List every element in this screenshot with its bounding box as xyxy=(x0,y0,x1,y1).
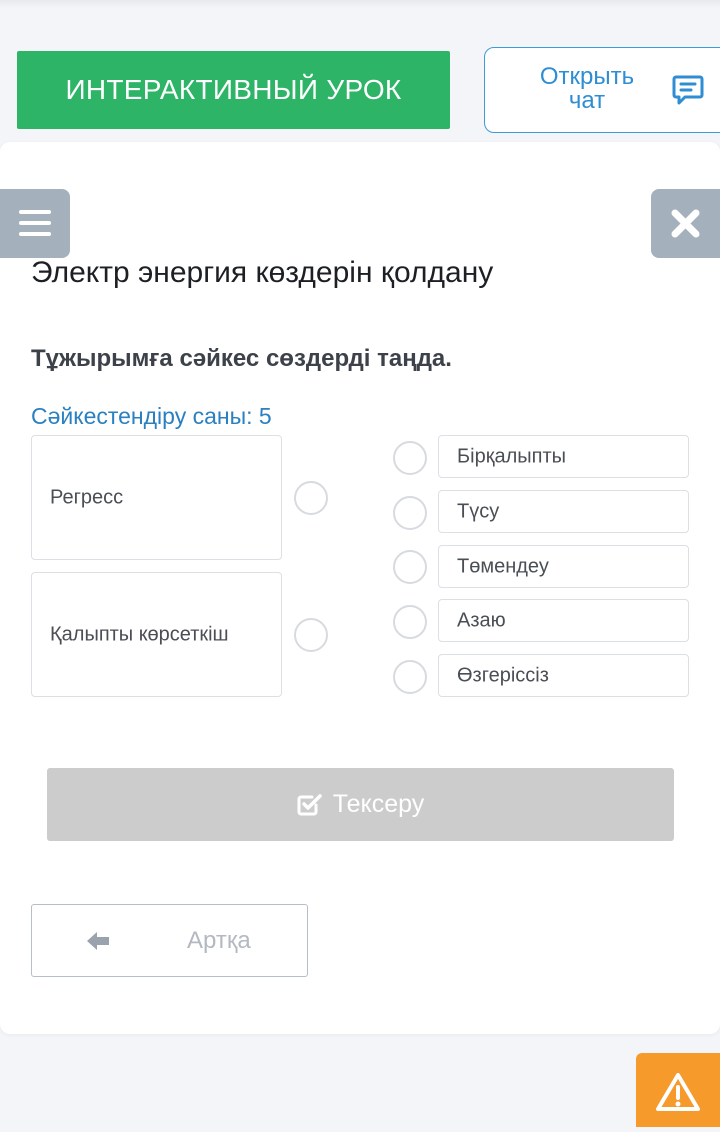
option-connector-radio[interactable] xyxy=(393,550,427,584)
option-item[interactable]: Бірқалыпты xyxy=(438,435,689,478)
option-label: Түсу xyxy=(457,500,500,522)
option-connector-radio[interactable] xyxy=(393,441,427,475)
open-chat-button[interactable]: Открыть чат xyxy=(484,47,720,133)
option-item[interactable]: Түсу xyxy=(438,490,689,533)
check-answer-label: Тексеру xyxy=(332,790,425,818)
check-answer-button[interactable]: Тексеру xyxy=(47,768,674,841)
option-item[interactable]: Төмендеу xyxy=(438,545,689,588)
option-connector-radio[interactable] xyxy=(393,660,427,694)
hamburger-line xyxy=(19,232,51,236)
option-item[interactable]: Азаю xyxy=(438,599,689,642)
hamburger-line xyxy=(19,221,51,225)
menu-button[interactable] xyxy=(0,189,70,258)
term-label: Регресс xyxy=(50,486,124,508)
question-instruction: Тұжырымға сәйкес сөздерді таңда. xyxy=(31,345,452,372)
warning-triangle-icon xyxy=(656,1073,700,1111)
option-label: Өзгеріссіз xyxy=(457,664,549,686)
top-bar xyxy=(0,0,720,8)
term-connector-radio[interactable] xyxy=(294,481,328,515)
term-card[interactable]: Қалыпты көрсеткіш xyxy=(31,572,282,697)
term-card[interactable]: Регресс xyxy=(31,435,282,560)
term-connector-radio[interactable] xyxy=(294,618,328,652)
arrow-left-icon xyxy=(87,932,109,950)
report-problem-button[interactable] xyxy=(636,1053,720,1127)
option-item[interactable]: Өзгеріссіз xyxy=(438,654,689,697)
option-connector-radio[interactable] xyxy=(393,605,427,639)
interactive-lesson-label: ИНТЕРАКТИВНЫЙ УРОК xyxy=(65,74,402,105)
lesson-title: Электр энергия көздерін қолдану xyxy=(31,256,494,289)
open-chat-label: Открыть чат xyxy=(539,63,635,114)
option-label: Азаю xyxy=(457,609,506,631)
close-button[interactable] xyxy=(651,189,720,258)
back-label: Артқа xyxy=(187,927,251,954)
back-button[interactable]: Артқа xyxy=(31,904,308,977)
match-count: Сәйкестендіру саны: 5 xyxy=(31,403,272,429)
hamburger-menu-icon xyxy=(19,210,51,214)
option-connector-radio[interactable] xyxy=(393,496,427,530)
close-icon xyxy=(671,209,700,238)
chat-bubble-icon xyxy=(672,75,704,105)
option-label: Бірқалыпты xyxy=(457,445,566,467)
checkbox-check-icon xyxy=(297,793,322,815)
term-label: Қалыпты көрсеткіш xyxy=(50,623,229,645)
option-label: Төмендеу xyxy=(457,555,549,577)
interactive-lesson-button[interactable]: ИНТЕРАКТИВНЫЙ УРОК xyxy=(17,51,450,129)
